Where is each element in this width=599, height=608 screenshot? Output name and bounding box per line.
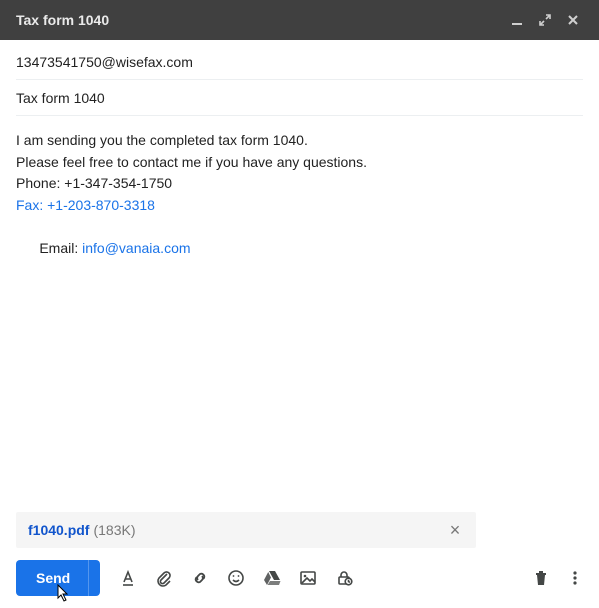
attach-icon[interactable]	[154, 568, 174, 588]
drive-icon[interactable]	[262, 568, 282, 588]
close-icon[interactable]	[561, 8, 585, 32]
expand-icon[interactable]	[533, 8, 557, 32]
attachment-size: (183K)	[93, 522, 135, 538]
email-link[interactable]: info@vanaia.com	[82, 240, 190, 256]
trash-icon[interactable]	[531, 568, 551, 588]
right-toolbar	[531, 568, 585, 588]
body-fax-line: Fax: +1-203-870-3318	[16, 195, 583, 217]
attachment-name: f1040.pdf	[28, 522, 89, 538]
body-line: Phone: +1-347-354-1750	[16, 173, 583, 195]
body-email-line: Email: info@vanaia.com	[16, 217, 583, 282]
send-options-button[interactable]	[88, 560, 100, 596]
formatting-icons	[118, 568, 354, 588]
image-icon[interactable]	[298, 568, 318, 588]
body-line: I am sending you the completed tax form …	[16, 130, 583, 152]
attachment-chip[interactable]: f1040.pdf (183K) ×	[16, 512, 476, 548]
attachments-area: f1040.pdf (183K) ×	[0, 512, 599, 548]
compose-window: Tax form 1040 13473541750@wisefax.com Ta…	[0, 0, 599, 608]
send-label: Send	[36, 570, 70, 586]
subject-field[interactable]: Tax form 1040	[16, 80, 583, 116]
titlebar: Tax form 1040	[0, 0, 599, 40]
cursor-icon	[52, 583, 70, 605]
link-icon[interactable]	[190, 568, 210, 588]
body-line: Please feel free to contact me if you ha…	[16, 152, 583, 174]
send-button-group: Send	[16, 560, 100, 596]
minimize-icon[interactable]	[505, 8, 529, 32]
subject-value: Tax form 1040	[16, 90, 105, 106]
text-format-icon[interactable]	[118, 568, 138, 588]
send-button[interactable]: Send	[16, 560, 88, 596]
confidential-icon[interactable]	[334, 568, 354, 588]
more-icon[interactable]	[565, 568, 585, 588]
remove-attachment-icon[interactable]: ×	[444, 519, 466, 541]
compose-toolbar: Send	[0, 548, 599, 608]
emoji-icon[interactable]	[226, 568, 246, 588]
email-label: Email:	[39, 240, 82, 256]
header-fields: 13473541750@wisefax.com Tax form 1040	[0, 40, 599, 116]
to-value: 13473541750@wisefax.com	[16, 54, 193, 70]
to-field[interactable]: 13473541750@wisefax.com	[16, 40, 583, 80]
window-title: Tax form 1040	[16, 12, 505, 28]
message-body[interactable]: I am sending you the completed tax form …	[0, 116, 599, 504]
